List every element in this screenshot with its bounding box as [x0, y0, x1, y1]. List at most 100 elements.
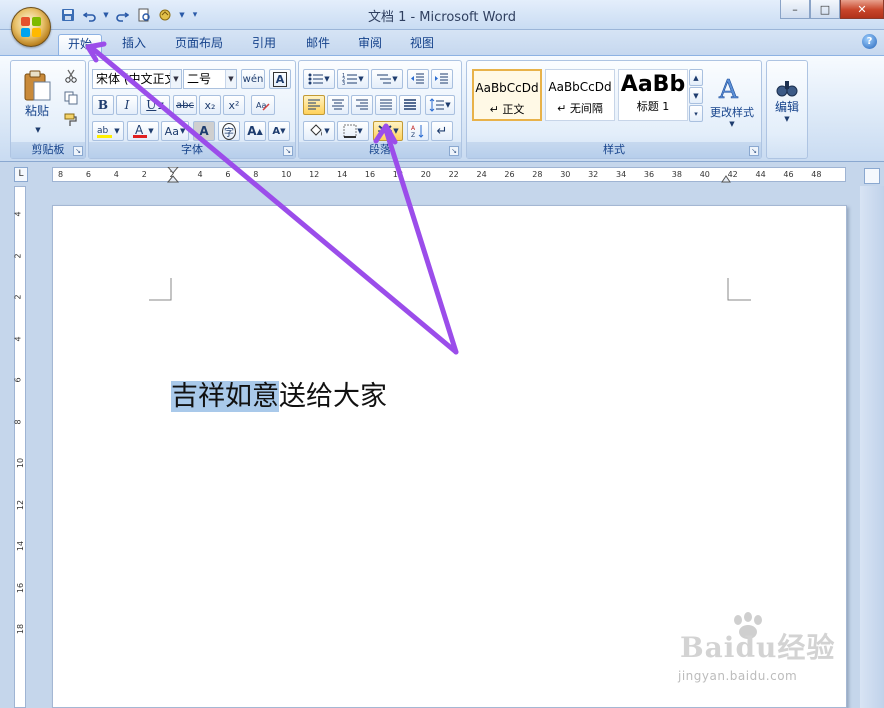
underline-button[interactable]: U ▼ — [140, 95, 170, 115]
bold-button[interactable]: B — [92, 95, 114, 115]
tab-home[interactable]: 开始 — [58, 34, 102, 55]
font-size-dropdown-icon[interactable]: ▼ — [225, 70, 236, 88]
right-indent-marker-icon[interactable] — [721, 175, 731, 183]
character-border-button[interactable]: A — [269, 69, 291, 89]
editing-button[interactable]: 编辑 ▼ — [769, 65, 805, 135]
copy-icon[interactable] — [61, 89, 81, 107]
justify-icon[interactable] — [375, 95, 397, 115]
window-title: 文档 1 - Microsoft Word — [367, 10, 517, 25]
paste-button[interactable]: 粘贴 — [17, 65, 57, 123]
svg-text:ab: ab — [97, 126, 109, 136]
tab-selector[interactable]: L — [14, 167, 28, 182]
phonetic-guide-label: wén — [242, 73, 264, 85]
office-button[interactable] — [11, 7, 51, 47]
editing-label: 编辑 — [774, 99, 799, 114]
change-case-dropdown-icon[interactable]: ▼ — [180, 127, 185, 135]
show-marks-icon[interactable]: ↵ — [431, 121, 453, 141]
chinese-layout-dropdown-icon[interactable]: ▼ — [393, 127, 398, 135]
text-highlight-button[interactable]: ab ▼ — [92, 121, 124, 141]
horizontal-ruler[interactable]: 8 6 4 2 2 4 6 8 10 12 14 16 18 20 22 24 26 28 30 32 34 36 38 40… — [52, 167, 846, 183]
selected-text[interactable]: 吉祥如意 — [171, 381, 279, 412]
change-case-button[interactable]: Aa ▼ — [161, 121, 189, 141]
clipboard-launcher-icon[interactable]: ↘ — [73, 146, 83, 156]
tab-references[interactable]: 引用 — [242, 34, 286, 55]
font-color-icon: A — [133, 123, 148, 138]
font-name-combo[interactable]: 宋体 (中文正文) ▼ — [92, 69, 182, 89]
increase-indent-icon[interactable] — [431, 69, 453, 89]
indent-marker-icon[interactable] — [167, 167, 179, 183]
font-size-combo[interactable]: 二号 ▼ — [183, 69, 237, 89]
close-button[interactable]: ✕ — [840, 0, 884, 19]
ruler-tick-label: 32 — [588, 170, 599, 179]
ruler-tick-label: 8 — [13, 418, 23, 425]
character-shading-button[interactable]: A — [193, 121, 215, 141]
decrease-indent-icon[interactable] — [407, 69, 429, 89]
tab-view[interactable]: 视图 — [400, 34, 444, 55]
ruler-tick-label: 22 — [448, 170, 459, 179]
unselected-text[interactable]: 送给大家 — [279, 381, 387, 412]
numbering-button[interactable]: 1 2 3 ▼ — [337, 69, 369, 89]
paste-dropdown-icon[interactable]: ▼ — [32, 125, 44, 135]
format-painter-icon[interactable] — [61, 111, 81, 129]
superscript-button[interactable]: x² — [223, 95, 245, 115]
vertical-ruler[interactable]: 4 2 2 4 6 8 10 12 14 16 18 — [14, 186, 26, 708]
bullets-dropdown-icon[interactable]: ▼ — [324, 75, 329, 83]
numbering-icon: 123 — [342, 73, 358, 86]
align-right-icon[interactable] — [351, 95, 373, 115]
style-no-spacing[interactable]: AaBbCcDd ↵ 无间隔 — [545, 69, 615, 121]
line-spacing-dropdown-icon[interactable]: ▼ — [445, 101, 450, 109]
tab-mailings[interactable]: 邮件 — [296, 34, 340, 55]
tab-insert[interactable]: 插入 — [112, 34, 156, 55]
multilevel-dropdown-icon[interactable]: ▼ — [392, 75, 397, 83]
document-text[interactable]: 吉祥如意送给大家 — [171, 380, 387, 414]
phonetic-guide-button[interactable]: wén — [241, 69, 265, 89]
line-spacing-button[interactable]: ▼ — [425, 95, 455, 115]
chinese-layout-button[interactable]: ▼ — [373, 121, 403, 141]
cut-icon[interactable] — [61, 67, 81, 85]
highlight-dropdown-icon[interactable]: ▼ — [114, 127, 119, 135]
font-launcher-icon[interactable]: ↘ — [283, 146, 293, 156]
tab-review[interactable]: 审阅 — [348, 34, 392, 55]
svg-text:3: 3 — [342, 81, 345, 86]
align-left-icon[interactable] — [303, 95, 325, 115]
style-normal[interactable]: AaBbCcDd ↵ 正文 — [472, 69, 542, 121]
styles-launcher-icon[interactable]: ↘ — [749, 146, 759, 156]
shrink-font-button[interactable]: A ▼ — [268, 121, 290, 141]
strikethrough-button[interactable]: abc — [173, 95, 197, 115]
minimize-button[interactable]: – — [780, 0, 810, 19]
underline-dropdown-icon[interactable]: ▼ — [158, 101, 163, 109]
distributed-icon[interactable] — [399, 95, 421, 115]
change-styles-button[interactable]: A 更改样式 ▼ — [705, 65, 759, 137]
shading-bucket-icon — [310, 124, 323, 136]
styles-scroll-up-icon[interactable]: ▲ — [689, 69, 703, 86]
font-name-dropdown-icon[interactable]: ▼ — [170, 70, 181, 88]
font-color-dropdown-icon[interactable]: ▼ — [148, 127, 153, 135]
align-center-icon[interactable] — [327, 95, 349, 115]
numbering-dropdown-icon[interactable]: ▼ — [358, 75, 363, 83]
enclose-characters-button[interactable]: 字 — [218, 121, 240, 141]
styles-more-icon[interactable]: ▾ — [689, 105, 703, 122]
ruler-tick-label: 8 — [253, 170, 259, 179]
font-color-button[interactable]: A ▼ — [127, 121, 159, 141]
shading-dropdown-icon[interactable]: ▼ — [324, 127, 329, 135]
sort-icon[interactable]: AZ — [407, 121, 429, 141]
svg-text:A: A — [411, 125, 416, 132]
borders-button[interactable]: ▼ — [337, 121, 369, 141]
italic-button[interactable]: I — [116, 95, 138, 115]
ruler-tick-label: 28 — [532, 170, 543, 179]
clear-formatting-icon[interactable]: Aa — [251, 95, 275, 115]
styles-scroll-down-icon[interactable]: ▼ — [689, 87, 703, 104]
shading-button[interactable]: ▼ — [303, 121, 335, 141]
borders-dropdown-icon[interactable]: ▼ — [357, 127, 362, 135]
subscript-button[interactable]: x₂ — [199, 95, 221, 115]
style-heading-1[interactable]: AaBb 标题 1 — [618, 69, 688, 121]
multilevel-list-button[interactable]: ▼ — [371, 69, 403, 89]
bullets-button[interactable]: ▼ — [303, 69, 335, 89]
tab-page-layout[interactable]: 页面布局 — [166, 34, 232, 55]
grow-font-button[interactable]: A ▲ — [244, 121, 266, 141]
paragraph-launcher-icon[interactable]: ↘ — [449, 146, 459, 156]
maximize-button[interactable]: □ — [810, 0, 840, 19]
ruler-tick-label: 14 — [337, 170, 348, 179]
help-icon[interactable]: ? — [862, 34, 877, 49]
view-ruler-icon[interactable] — [864, 168, 880, 184]
